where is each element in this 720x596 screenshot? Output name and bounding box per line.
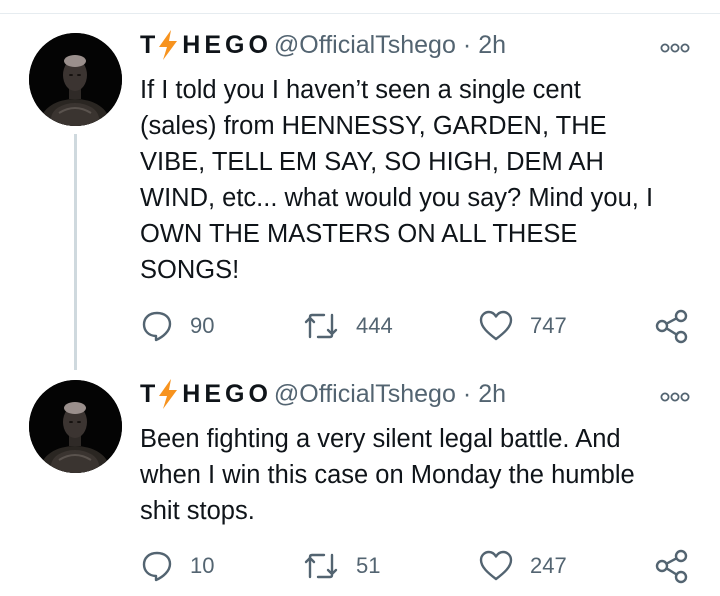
retweet-button[interactable]: 51 [302, 549, 380, 583]
timestamp[interactable]: 2h [478, 31, 506, 60]
thread-line [74, 134, 77, 370]
share-icon [655, 309, 688, 344]
like-count: 747 [530, 313, 567, 338]
reply-count: 90 [190, 313, 215, 338]
display-name[interactable]: T HEGO [140, 30, 272, 60]
top-divider [0, 0, 720, 14]
like-icon [479, 310, 513, 341]
separator-dot: · [462, 379, 472, 408]
reply-button[interactable]: 10 [140, 549, 214, 583]
like-count: 247 [530, 553, 567, 578]
share-button[interactable] [654, 309, 690, 344]
retweet-button[interactable]: 444 [302, 309, 393, 343]
lightning-icon [159, 379, 178, 409]
display-name-rest: HEGO [182, 30, 272, 59]
reply-count: 10 [190, 553, 215, 578]
tweet-actions: 90 444 747 [140, 309, 700, 344]
display-name-rest: HEGO [182, 379, 272, 408]
tweet-text: If I told you I haven’t seen a single ce… [140, 76, 654, 284]
retweet-icon [304, 553, 338, 579]
avatar[interactable] [29, 33, 122, 126]
like-icon [479, 550, 513, 581]
avatar[interactable] [29, 380, 122, 473]
reply-icon [142, 311, 172, 342]
tweet-text: Been fighting a very silent legal battle… [140, 425, 635, 525]
like-button[interactable]: 247 [478, 549, 567, 583]
more-icon[interactable] [660, 391, 690, 403]
reply-button[interactable]: 90 [140, 309, 214, 343]
tweet-header: T HEGO @OfficialTshego · 2h [140, 379, 700, 415]
share-button[interactable] [654, 549, 690, 584]
more-icon[interactable] [660, 42, 690, 54]
lightning-icon [159, 30, 178, 60]
separator-dot: · [462, 30, 472, 59]
user-handle[interactable]: @OfficialTshego [274, 380, 456, 409]
reply-icon [142, 551, 172, 582]
retweet-count: 51 [356, 553, 381, 578]
timestamp[interactable]: 2h [478, 380, 506, 409]
display-name[interactable]: T HEGO [140, 379, 272, 409]
retweet-count: 444 [356, 313, 393, 338]
tweet-header: T HEGO @OfficialTshego · 2h [140, 30, 700, 66]
retweet-icon [304, 313, 338, 339]
like-button[interactable]: 747 [478, 309, 567, 343]
share-icon [655, 549, 688, 584]
tweet-actions: 10 51 247 [140, 549, 700, 584]
user-handle[interactable]: @OfficialTshego [274, 31, 456, 60]
